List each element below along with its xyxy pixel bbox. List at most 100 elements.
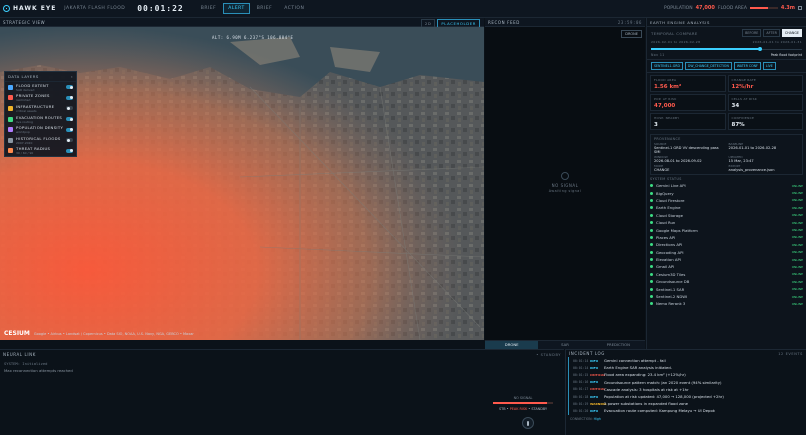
service-row: Places API ONLINE xyxy=(650,234,803,241)
stat-label: POP. AT RISK xyxy=(654,97,677,101)
layer-description: live routing xyxy=(16,119,33,124)
incident-name: JAKARTA FLASH FLOOD xyxy=(64,6,126,11)
service-status: ONLINE xyxy=(791,183,803,188)
service-status: ONLINE xyxy=(791,228,803,233)
service-name: Elevation API xyxy=(656,257,681,263)
service-status: ONLINE xyxy=(791,235,803,240)
service-row: Sentinel-1 SAR ONLINE xyxy=(650,285,803,292)
layer-row[interactable]: THREAT RADIUS 30 / 60 / 90 xyxy=(5,146,76,157)
incident-message: Earth Engine SAR analysis initiated. xyxy=(604,365,672,371)
stat-label: FLOOD AREA xyxy=(654,78,677,82)
slider-thumb[interactable] xyxy=(757,47,762,51)
service-row: Gmail API ONLINE xyxy=(650,263,803,270)
layer-icon xyxy=(8,148,13,154)
tab-prediction[interactable]: PREDICTION xyxy=(592,341,645,349)
incident-time: 00:01:19 xyxy=(573,401,589,406)
layer-toggle[interactable] xyxy=(66,95,73,100)
layer-row[interactable]: INFRASTRUCTURE critical assets xyxy=(5,103,76,114)
recon-tabs: DRONE SAR PREDICTION xyxy=(485,340,645,349)
layer-toggle[interactable] xyxy=(66,127,73,132)
incident-message: Flood area expanding: 23.4 km² (+12%/hr) xyxy=(604,372,686,378)
connection-status: CONNECTION: High xyxy=(566,417,806,421)
layer-row[interactable]: FLOOD EXTENT SAR derived xyxy=(5,82,76,93)
incident-message: Gemini connection attempt - fail xyxy=(604,358,666,364)
incident-row[interactable]: 00:01:17 CRITICAL Cascade analysis: 3 hosp… xyxy=(568,385,806,393)
service-name: Nemo Rerank 3 xyxy=(656,301,686,307)
incident-row[interactable]: 00:01:18 INFO Population at risk updated: … xyxy=(568,392,806,401)
change-chip[interactable]: CHANGE xyxy=(781,29,802,37)
layer-row[interactable]: EVACUATION ROUTES live routing xyxy=(5,114,76,125)
incident-log-panel: INCIDENT LOG 12 EVENTS 00:01:14 INFO Gemin… xyxy=(565,349,806,435)
earth-engine-title: EARTH ENGINE ANALYSIS xyxy=(647,18,806,27)
incident-severity: INFO xyxy=(590,358,599,363)
service-status: ONLINE xyxy=(791,198,803,203)
tab-drone[interactable]: DRONE xyxy=(485,341,539,349)
collapse-icon[interactable]: ‹ xyxy=(71,74,73,79)
status-dot-icon xyxy=(650,280,653,284)
stat-label: HOSP. NEARBY xyxy=(654,116,680,120)
service-name: Gmail API xyxy=(656,264,675,270)
tab-alert[interactable]: ALERT xyxy=(223,3,250,14)
service-name: Directions API xyxy=(656,242,683,248)
data-layers-title: DATA LAYERS xyxy=(8,74,39,79)
temporal-slider[interactable] xyxy=(651,47,802,51)
service-status: ONLINE xyxy=(791,220,803,225)
layer-toggle[interactable] xyxy=(66,117,73,122)
incident-row[interactable]: 00:01:14 INFO Gemini connection attempt - … xyxy=(568,357,806,365)
provenance-value: Sentinel-1 GRD VV descending pass SMI xyxy=(654,146,719,154)
service-name: Sentinel-2 NDWI xyxy=(656,294,688,300)
before-chip[interactable]: BEFORE xyxy=(742,29,762,37)
layer-icon xyxy=(8,116,13,122)
settings-icon[interactable] xyxy=(798,6,802,10)
slider-left-label: Nov 11 xyxy=(651,53,665,57)
tab-brief-2[interactable]: BRIEF xyxy=(252,3,277,14)
recon-substatus: Awaiting signal xyxy=(548,189,582,193)
map-coordinates: ALT: 6.90M 6.237°S 106.804°E xyxy=(212,35,294,40)
layer-toggle[interactable] xyxy=(66,106,73,111)
service-row: Groundsource DB ONLINE xyxy=(650,278,803,285)
voice-state-b: PEAK RISK xyxy=(509,407,528,411)
layer-toggle[interactable] xyxy=(66,138,73,143)
tab-sar[interactable]: SAR xyxy=(538,341,591,349)
layer-row[interactable]: PRIVATE ZONES restricted xyxy=(5,93,76,104)
incident-row[interactable]: 00:01:16 INFO Groundsource pattern match: … xyxy=(568,378,806,386)
layer-description: 30 / 60 / 90 xyxy=(16,151,34,156)
layer-toggle[interactable] xyxy=(66,85,73,90)
microphone-button[interactable] xyxy=(522,417,534,429)
layer-row[interactable]: HISTORICAL FLOODS 2007-2020 xyxy=(5,135,76,146)
layer-icon xyxy=(8,137,13,143)
service-row: Google Maps Platform ONLINE xyxy=(650,226,803,233)
service-row: Nemo Rerank 3 ONLINE xyxy=(650,300,803,307)
service-name: Sentinel-1 SAR xyxy=(656,286,685,292)
stat-card: CONFIDENCE 87% xyxy=(727,113,803,130)
incident-row[interactable]: 00:01:15 CRITICAL Flood area expanding: 23… xyxy=(568,371,806,379)
voice-meter-label: NO SIGNAL xyxy=(513,396,533,400)
satellite-map[interactable]: ALT: 6.90M 6.237°S 106.804°E CESIUM Goog… xyxy=(0,27,484,340)
incident-severity: CRITICAL xyxy=(590,372,606,377)
service-status: ONLINE xyxy=(791,279,803,284)
incident-row[interactable]: 00:01:20 INFO Evacuation route computed: K… xyxy=(568,407,806,415)
layer-row[interactable]: POPULATION DENSITY worldpop xyxy=(5,124,76,135)
tag-live: LIVE xyxy=(762,62,776,70)
cesium-logo[interactable]: CESIUM xyxy=(4,330,30,337)
service-status: ONLINE xyxy=(791,257,803,262)
recon-feed-title: RECON FEED xyxy=(488,19,520,25)
status-dot-icon xyxy=(650,191,653,195)
service-row: Directions API ONLINE xyxy=(650,241,803,248)
neural-log-line: SYSTEM: Initialized xyxy=(4,361,48,366)
incident-severity: INFO xyxy=(590,394,599,399)
layer-toggle[interactable] xyxy=(66,148,73,153)
incident-severity: INFO xyxy=(590,365,599,370)
incident-log-title: INCIDENT LOG xyxy=(569,351,605,356)
incident-row[interactable]: 00:01:19 WARNING 2 power substations in ex… xyxy=(568,400,806,408)
incident-row[interactable]: 00:01:14 INFO Earth Engine SAR analysis in… xyxy=(568,364,806,372)
recon-feed-header: RECON FEED 23:59:06 xyxy=(485,18,645,27)
app-name: HAWK EYE xyxy=(13,5,57,12)
service-name: Gemini Live API xyxy=(656,183,686,189)
after-chip[interactable]: AFTER xyxy=(763,29,780,37)
tab-brief[interactable]: BRIEF xyxy=(196,3,221,14)
tab-action[interactable]: ACTION xyxy=(279,3,309,14)
drone-button[interactable]: DRONE xyxy=(621,30,642,38)
voice-state-a: STB xyxy=(498,407,506,411)
stats-grid: FLOOD AREA 1.56 km² CHANGE RATE 12%/hr POP. … xyxy=(647,73,806,132)
